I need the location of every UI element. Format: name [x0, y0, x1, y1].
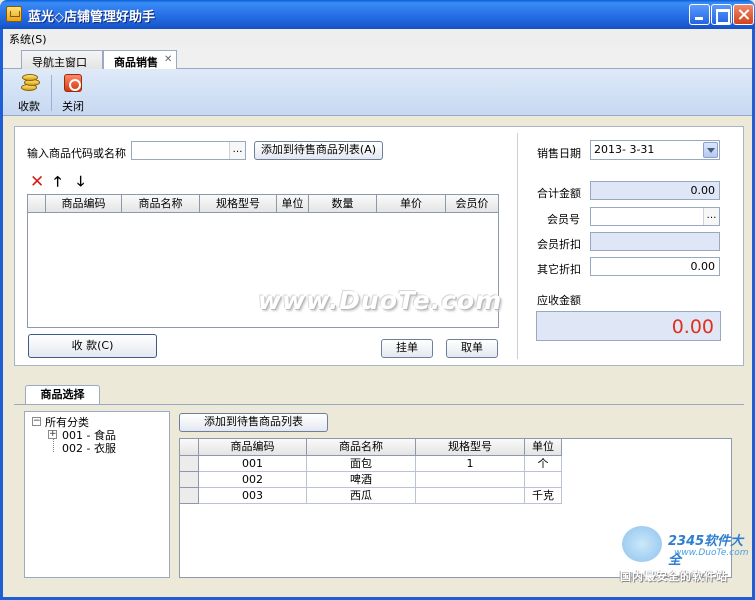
close-toolbar-label: 关闭	[62, 100, 84, 113]
table-cell[interactable]	[525, 472, 562, 488]
table-cell[interactable]: 西瓜	[307, 488, 416, 504]
column-header[interactable]: 商品编码	[199, 439, 307, 456]
column-header[interactable]: 商品编码	[46, 195, 122, 213]
tab-navigation[interactable]: 导航主窗口	[21, 50, 103, 69]
column-header[interactable]: 单价	[377, 195, 446, 213]
table-cell[interactable]: 001	[199, 456, 307, 472]
tab-navigation-label: 导航主窗口	[32, 56, 87, 69]
member-discount-label: 会员折扣	[537, 238, 581, 251]
delete-x-icon[interactable]: ✕	[30, 174, 44, 191]
coins-icon	[19, 74, 41, 94]
menu-system[interactable]: 系统(S)	[9, 31, 47, 47]
member-discount-field	[590, 232, 720, 251]
receivable-amount-field: 0.00	[536, 311, 721, 341]
collect-toolbar-button[interactable]: 收款	[9, 72, 49, 114]
expand-icon[interactable]: +	[48, 430, 57, 439]
other-discount-input[interactable]: 0.00	[590, 257, 720, 276]
row-header[interactable]	[180, 488, 199, 504]
power-icon	[64, 74, 82, 92]
brand-slogan: 国内最安全的软件站	[620, 570, 728, 583]
table-cell[interactable]: 1	[416, 456, 525, 472]
tab-product-select[interactable]: 商品选择	[25, 385, 100, 405]
table-cell[interactable]: 个	[525, 456, 562, 472]
maximize-button[interactable]	[711, 4, 732, 25]
add-selected-to-sale-list-button[interactable]: 添加到待售商品列表	[179, 413, 328, 432]
tab-product-sale-label: 商品销售	[114, 56, 158, 69]
column-header[interactable]: 规格型号	[200, 195, 277, 213]
retrieve-order-button[interactable]: 取单	[446, 339, 498, 358]
sale-date-picker[interactable]: 2013- 3-31	[590, 140, 720, 160]
column-header[interactable]: 数量	[309, 195, 377, 213]
arrow-up-icon[interactable]: 🡑	[54, 175, 61, 189]
add-to-sale-list-button[interactable]: 添加到待售商品列表(A)	[254, 141, 383, 160]
table-cell[interactable]: 面包	[307, 456, 416, 472]
close-toolbar-button[interactable]: 关闭	[53, 72, 93, 114]
row-header[interactable]	[180, 472, 199, 488]
table-cell[interactable]: 003	[199, 488, 307, 504]
receivable-amount-label: 应收金额	[537, 294, 581, 307]
receivable-amount-value: 0.00	[671, 316, 714, 338]
column-header[interactable]: 单位	[277, 195, 309, 213]
collect-toolbar-label: 收款	[18, 100, 40, 113]
collapse-icon[interactable]: −	[32, 417, 41, 426]
product-select-divider	[14, 404, 744, 405]
sale-date-label: 销售日期	[537, 147, 581, 160]
watermark: www.DuoTe.com	[258, 286, 503, 315]
hold-order-button[interactable]: 挂单	[381, 339, 433, 358]
total-amount-value: 0.00	[690, 184, 716, 197]
title-bar[interactable]: 蓝光◇店铺管理好助手	[0, 0, 755, 29]
column-header[interactable]: 单位	[525, 439, 562, 456]
product-code-textbox[interactable]	[134, 143, 228, 158]
row-header[interactable]	[180, 456, 199, 472]
product-code-label: 输入商品代码或名称	[27, 147, 126, 160]
grid-row-header-corner	[180, 439, 199, 456]
column-header[interactable]: 规格型号	[416, 439, 525, 456]
table-cell[interactable]	[416, 472, 525, 488]
other-discount-label: 其它折扣	[537, 263, 581, 276]
total-amount-label: 合计金额	[537, 187, 581, 200]
table-cell[interactable]	[416, 488, 525, 504]
close-window-button[interactable]	[733, 4, 754, 25]
browse-product-button[interactable]: …	[229, 142, 245, 159]
table-cell[interactable]: 002	[199, 472, 307, 488]
collect-payment-button[interactable]: 收 款(C)	[28, 334, 157, 358]
menu-bar: 系统(S)	[3, 29, 752, 47]
tree-connector	[53, 439, 54, 452]
sale-date-value: 2013- 3-31	[594, 143, 655, 156]
window-title: 蓝光◇店铺管理好助手	[28, 10, 155, 25]
close-icon[interactable]: ✕	[164, 54, 172, 65]
mascot-icon	[622, 526, 662, 562]
table-cell[interactable]: 啤酒	[307, 472, 416, 488]
shop-icon	[6, 6, 22, 22]
product-code-input[interactable]: …	[131, 141, 246, 160]
tab-strip: 导航主窗口 商品销售 ✕	[3, 47, 752, 70]
total-amount-field: 0.00	[590, 181, 720, 200]
panel-divider	[517, 133, 518, 359]
browse-member-button[interactable]: …	[703, 208, 719, 225]
other-discount-value: 0.00	[690, 260, 716, 273]
toolbar: 收款 关闭	[3, 69, 752, 116]
brand-site: www.DuoTe.com	[674, 548, 749, 558]
member-number-input[interactable]: …	[590, 207, 720, 226]
column-header[interactable]: 商品名称	[122, 195, 200, 213]
tree-node-clothes[interactable]: 002 - 衣服	[62, 440, 116, 456]
member-number-label: 会员号	[547, 213, 580, 226]
chevron-down-icon[interactable]	[703, 142, 718, 158]
tab-product-sale[interactable]: 商品销售 ✕	[103, 50, 177, 70]
minimize-button[interactable]	[689, 4, 710, 25]
arrow-down-icon[interactable]: 🡓	[77, 175, 84, 189]
table-cell[interactable]: 千克	[525, 488, 562, 504]
column-header[interactable]: 会员价	[446, 195, 498, 213]
column-header[interactable]: 商品名称	[307, 439, 416, 456]
toolbar-separator	[51, 75, 52, 111]
brand-watermark: 2345软件大全 www.DuoTe.com 国内最安全的软件站	[612, 524, 750, 590]
grid-row-header-corner	[28, 195, 46, 213]
